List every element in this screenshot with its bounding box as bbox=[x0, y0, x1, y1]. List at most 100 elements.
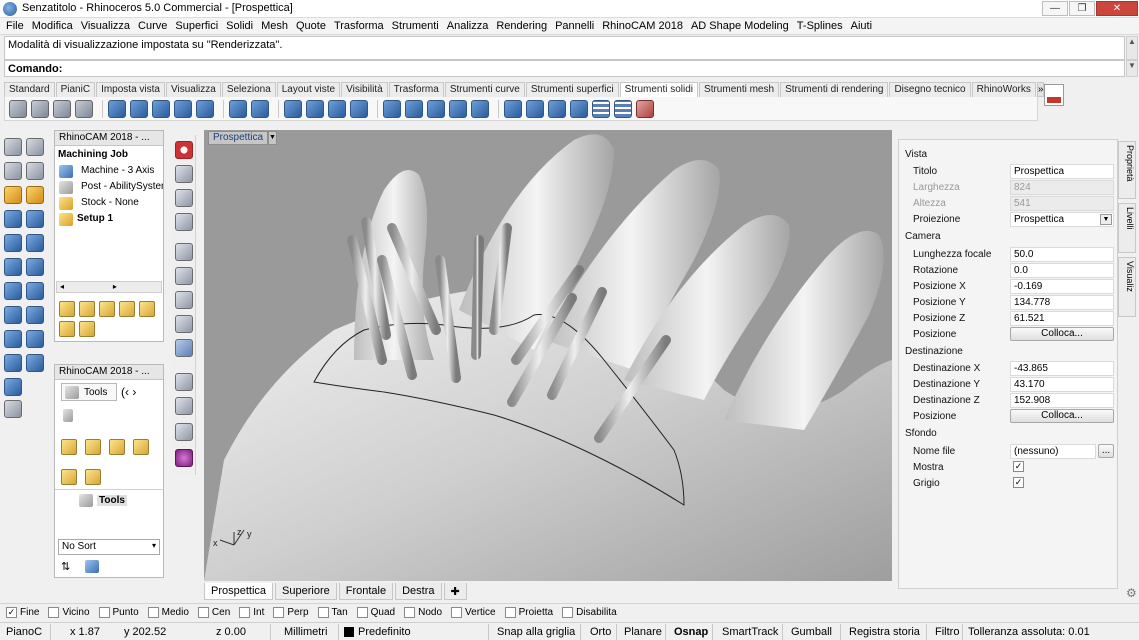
tab-disegno-tecnico[interactable]: Disegno tecnico bbox=[889, 82, 971, 97]
fillet-icon[interactable] bbox=[26, 330, 44, 348]
view-cube-icon[interactable] bbox=[175, 339, 193, 357]
osnap-nodo[interactable]: Nodo bbox=[404, 607, 442, 618]
osnap-cen[interactable]: Cen bbox=[197, 607, 230, 618]
globe-icon[interactable] bbox=[175, 189, 193, 207]
box-solid-icon[interactable] bbox=[108, 99, 126, 118]
osnap-checkbox[interactable] bbox=[273, 607, 285, 618]
dest-colloca-button[interactable]: Colloca... bbox=[1010, 409, 1114, 423]
cplane-indicator[interactable]: PianoC bbox=[6, 626, 42, 638]
menu-t-splines[interactable]: T-Splines bbox=[795, 18, 849, 34]
solid-tool-icon[interactable] bbox=[427, 99, 445, 118]
menu-strumenti[interactable]: Strumenti bbox=[390, 18, 445, 34]
tube-icon[interactable] bbox=[26, 306, 44, 324]
tab-imposta-vista[interactable]: Imposta vista bbox=[96, 82, 165, 97]
viewport-menu-arrow[interactable]: ▼ bbox=[268, 131, 277, 145]
tree-horizontal-scrollbar[interactable]: ◂ ▸ bbox=[56, 281, 162, 293]
axis-icon[interactable] bbox=[175, 165, 193, 183]
solid-tool-icon[interactable] bbox=[306, 99, 324, 118]
solid-tool-icon[interactable] bbox=[251, 99, 269, 118]
toggle-planare[interactable]: Planare bbox=[624, 626, 662, 638]
tools-tab[interactable]: Tools bbox=[61, 383, 117, 401]
solid-tool-icon[interactable] bbox=[9, 99, 27, 118]
menu-rhinocam[interactable]: RhinoCAM 2018 bbox=[600, 18, 689, 34]
solid-tool-icon[interactable] bbox=[130, 99, 148, 118]
torus-icon[interactable] bbox=[4, 258, 22, 276]
solid-tool-icon[interactable] bbox=[526, 99, 544, 118]
osnap-checkbox[interactable] bbox=[147, 607, 159, 618]
menu-ad-shape-modeling[interactable]: AD Shape Modeling bbox=[689, 18, 795, 34]
view-tab-prospettica[interactable]: Prospettica bbox=[204, 583, 274, 600]
osnap-punto[interactable]: Punto bbox=[98, 607, 139, 618]
tab-strumenti-superfici[interactable]: Strumenti superfici bbox=[525, 82, 619, 97]
osnap-vicino[interactable]: Vicino bbox=[48, 607, 90, 618]
extrude-icon[interactable] bbox=[26, 258, 44, 276]
toggle-snap-griglia[interactable]: Snap alla griglia bbox=[497, 626, 575, 638]
cam-tool-icon[interactable] bbox=[61, 439, 77, 455]
tool-library-icon[interactable] bbox=[85, 560, 99, 573]
cam-op-icon[interactable] bbox=[99, 301, 115, 317]
restore-button[interactable]: ❐ bbox=[1069, 1, 1095, 16]
solid-tool-icon[interactable] bbox=[405, 99, 423, 118]
polyline-icon[interactable] bbox=[26, 162, 44, 180]
view-cube-icon[interactable] bbox=[175, 291, 193, 309]
osnap-checkbox[interactable] bbox=[317, 607, 329, 618]
simulate-icon[interactable] bbox=[175, 397, 193, 415]
solid-tool-icon[interactable] bbox=[53, 99, 71, 118]
tab-visibilita[interactable]: Visibilità bbox=[341, 82, 388, 97]
view-tab-destra[interactable]: Destra bbox=[395, 583, 442, 600]
cone-icon[interactable] bbox=[4, 282, 22, 300]
cylinder-pin[interactable] bbox=[471, 235, 484, 360]
tab-strumenti-mesh[interactable]: Strumenti mesh bbox=[699, 82, 780, 97]
solid-tool-icon[interactable] bbox=[350, 99, 368, 118]
line-icon[interactable] bbox=[4, 162, 22, 180]
cam-op-icon[interactable] bbox=[139, 301, 155, 317]
solid-tool-icon[interactable] bbox=[196, 99, 214, 118]
setup-item[interactable]: Setup 1 bbox=[77, 213, 113, 224]
curve-icon[interactable] bbox=[4, 186, 22, 204]
view-tab-superiore[interactable]: Superiore bbox=[275, 583, 337, 600]
posy-field[interactable]: 134.778 bbox=[1010, 295, 1114, 310]
osnap-checkbox[interactable] bbox=[404, 607, 416, 618]
nome-file-field[interactable]: (nessuno) bbox=[1010, 444, 1096, 459]
osnap-int[interactable]: Int bbox=[239, 607, 264, 618]
cam-op-icon[interactable] bbox=[119, 301, 135, 317]
viewport-title[interactable]: Prospettica bbox=[208, 131, 269, 145]
tab-strumenti-solidi[interactable]: Strumenti solidi bbox=[619, 82, 699, 97]
menu-superfici[interactable]: Superfici bbox=[173, 18, 224, 34]
view-cube-icon[interactable] bbox=[175, 315, 193, 333]
osnap-fine[interactable]: ✓ Fine bbox=[6, 607, 39, 618]
solid-tool-icon[interactable] bbox=[328, 99, 346, 118]
units-indicator[interactable]: Millimetri bbox=[284, 626, 327, 638]
tool-display-icon[interactable] bbox=[175, 373, 193, 391]
delete-solid-icon[interactable] bbox=[636, 99, 654, 118]
solid-tool-icon[interactable] bbox=[229, 99, 247, 118]
osnap-checkbox[interactable] bbox=[562, 607, 574, 618]
cam-op-icon[interactable] bbox=[59, 321, 75, 337]
solid-tool-icon[interactable] bbox=[449, 99, 467, 118]
machine-item[interactable]: Machine - 3 Axis bbox=[81, 165, 154, 176]
osnap-checkbox[interactable] bbox=[98, 607, 110, 618]
revolve-icon[interactable] bbox=[4, 354, 22, 372]
menu-rendering[interactable]: Rendering bbox=[494, 18, 553, 34]
tab-standard[interactable]: Standard bbox=[4, 82, 55, 97]
osnap-checkbox[interactable] bbox=[504, 607, 516, 618]
stock-item[interactable]: Stock - None bbox=[81, 197, 139, 208]
osnap-checkbox[interactable]: ✓ bbox=[6, 607, 17, 618]
command-prompt[interactable]: Comando: bbox=[4, 60, 1125, 77]
cam-op-icon[interactable] bbox=[79, 321, 95, 337]
cylinder-icon[interactable] bbox=[4, 306, 22, 324]
menu-analizza[interactable]: Analizza bbox=[445, 18, 495, 34]
menu-trasforma[interactable]: Trasforma bbox=[332, 18, 390, 34]
rotazione-field[interactable]: 0.0 bbox=[1010, 263, 1114, 278]
solid-tool-icon[interactable] bbox=[471, 99, 489, 118]
menu-aiuti[interactable]: Aiuti bbox=[849, 18, 878, 34]
cam-tool-icon[interactable] bbox=[109, 439, 125, 455]
info-icon[interactable] bbox=[175, 141, 193, 159]
side-tab-livelli[interactable]: Livelli bbox=[1118, 203, 1136, 253]
solid-tool-icon[interactable] bbox=[570, 99, 588, 118]
layer-indicator[interactable]: Predefinito bbox=[358, 626, 411, 638]
osnap-vertice[interactable]: Vertice bbox=[451, 607, 496, 618]
desty-field[interactable]: 43.170 bbox=[1010, 377, 1114, 392]
posx-field[interactable]: -0.169 bbox=[1010, 279, 1114, 294]
tool-holder-icon[interactable] bbox=[63, 409, 73, 422]
